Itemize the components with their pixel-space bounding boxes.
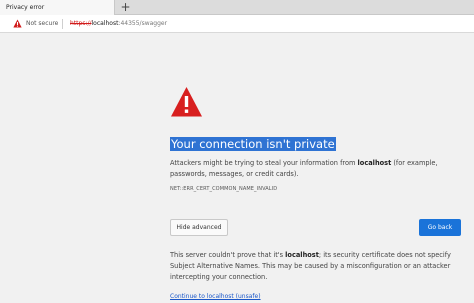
desc-before: Attackers might be trying to steal your …	[170, 159, 358, 167]
new-tab-button[interactable]: +	[119, 1, 132, 14]
details-before: This server couldn't prove that it's	[170, 251, 286, 259]
warning-icon[interactable]	[13, 19, 22, 28]
url-scheme: https://	[70, 20, 92, 27]
proceed-unsafe-link[interactable]: Continue to localhost (unsafe)	[170, 292, 261, 301]
advanced-details: This server couldn't prove that it's loc…	[170, 250, 466, 283]
go-back-button[interactable]: Go back	[419, 219, 461, 236]
details-host: localhost	[285, 251, 319, 259]
warning-description: Attackers might be trying to steal your …	[170, 158, 460, 180]
page-title: Your connection isn't private	[170, 137, 336, 152]
tab-privacy-error[interactable]: Privacy error	[0, 0, 115, 15]
address-divider	[62, 19, 63, 29]
url-path: :44355/swagger	[118, 20, 168, 27]
url-host: localhost	[91, 20, 119, 27]
warning-triangle-icon	[171, 87, 202, 117]
not-secure-label[interactable]: Not secure	[26, 15, 58, 32]
error-code: NET::ERR_CERT_COMMON_NAME_INVALID	[170, 186, 278, 192]
tab-strip: Privacy error +	[0, 0, 474, 15]
hide-advanced-button[interactable]: Hide advanced	[170, 219, 228, 236]
desc-host: localhost	[357, 159, 392, 167]
page-title-text: Your connection isn't private	[170, 137, 336, 151]
address-bar[interactable]: Not secure https://localhost:44355/swagg…	[0, 15, 474, 33]
tab-title: Privacy error	[6, 4, 45, 11]
url-text[interactable]: https://localhost:44355/swagger	[70, 15, 167, 32]
